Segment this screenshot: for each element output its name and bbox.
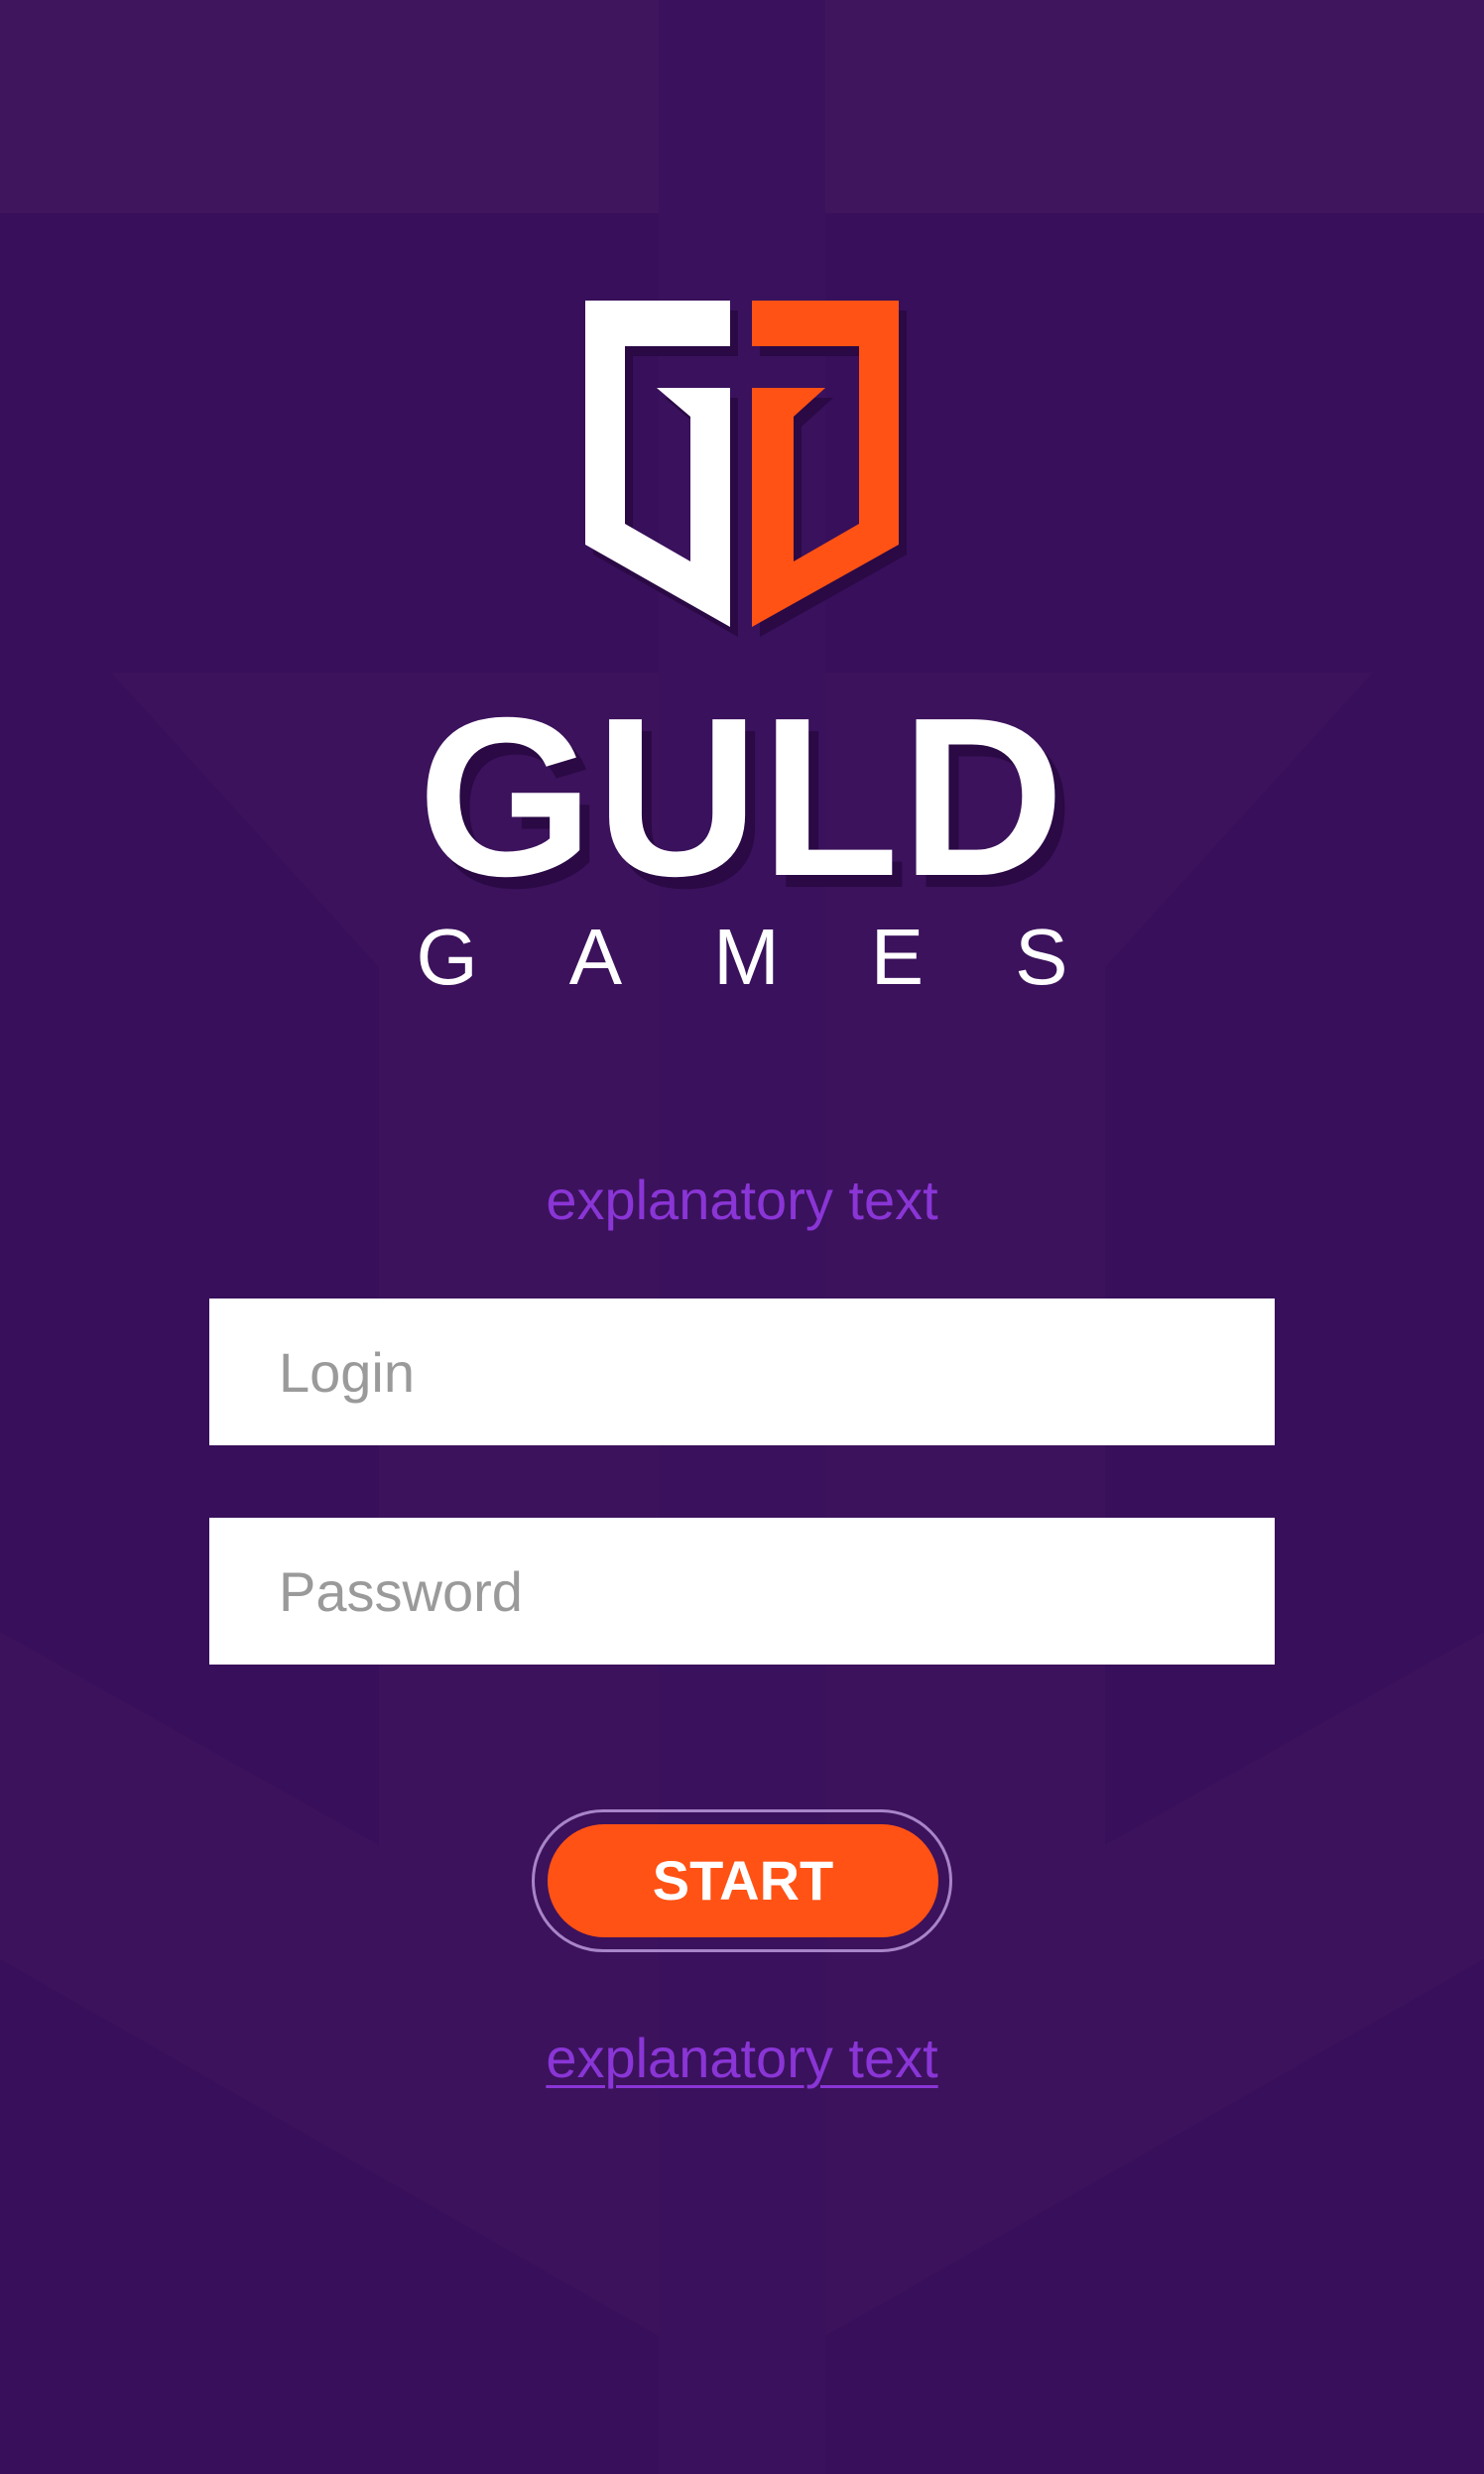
password-input[interactable]: [209, 1518, 1275, 1665]
brand-name: GULD: [418, 672, 1066, 924]
start-button[interactable]: START: [548, 1824, 938, 1937]
login-input[interactable]: [209, 1299, 1275, 1445]
gg-shield-logo-icon: [585, 301, 907, 637]
explanatory-text: explanatory text: [546, 1169, 938, 1231]
brand-subtitle: GAMES: [416, 913, 1160, 1001]
explanatory-link[interactable]: explanatory text: [546, 2027, 937, 2089]
explanatory-link-wrapper: explanatory text: [0, 2024, 1484, 2093]
